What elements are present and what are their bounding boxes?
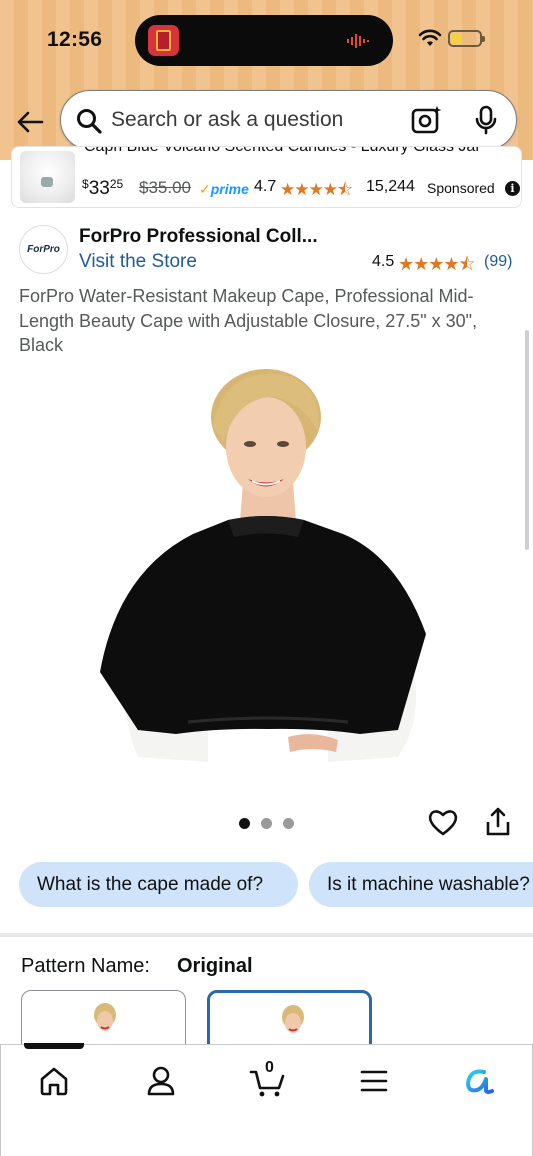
question-chip-washable[interactable]: Is it machine washable? <box>309 862 533 907</box>
product-title: ForPro Water-Resistant Makeup Cape, Prof… <box>19 286 478 355</box>
sponsored-price: $3325 <box>82 177 124 199</box>
cart-count: 0 <box>265 1059 274 1076</box>
search-bar[interactable] <box>60 90 517 150</box>
arrow-left-icon <box>17 111 44 133</box>
carousel-dot-1[interactable] <box>239 818 250 829</box>
heart-icon[interactable] <box>427 806 459 838</box>
sponsored-rating: 4.7 <box>254 178 277 195</box>
sponsored-list-price: $35.00 <box>139 178 191 197</box>
search-input[interactable] <box>111 91 401 149</box>
question-chip-material[interactable]: What is the cape made of? <box>19 862 298 907</box>
sponsored-stars: ★★★★⯪ <box>280 180 353 199</box>
wifi-icon <box>418 29 442 46</box>
bottom-navigation: 0 <box>0 1043 533 1156</box>
product-review-count[interactable]: (99) <box>484 253 512 271</box>
carousel-dot-3[interactable] <box>283 818 294 829</box>
search-icon <box>77 109 102 134</box>
header: 12:56 <box>0 0 533 160</box>
store-name[interactable]: ForPro Professional Coll... <box>79 226 318 248</box>
sponsored-label: Sponsored <box>427 180 495 196</box>
section-divider <box>0 933 533 937</box>
product-image[interactable] <box>98 362 438 765</box>
back-button[interactable] <box>14 106 46 138</box>
prime-badge: ✓prime <box>199 181 249 197</box>
microphone-icon[interactable] <box>473 105 499 135</box>
nav-active-indicator <box>24 1043 84 1049</box>
product-rating[interactable]: 4.5 <box>372 253 394 271</box>
info-icon[interactable]: i <box>505 181 520 196</box>
share-icon[interactable] <box>484 806 512 838</box>
home-icon <box>40 1067 68 1096</box>
store-logo[interactable]: ForPro <box>19 225 68 274</box>
pattern-value: Original <box>177 955 253 977</box>
now-playing-app-icon <box>148 25 179 56</box>
sponsored-title: Capri Blue Volcano Scented Candles - Lux… <box>84 146 481 155</box>
image-carousel-dots[interactable] <box>239 818 299 830</box>
nav-home[interactable] <box>34 1063 74 1099</box>
sponsored-thumbnail <box>20 151 75 203</box>
status-time: 12:56 <box>47 28 103 51</box>
camera-lens-icon[interactable] <box>411 105 443 135</box>
nav-menu[interactable] <box>354 1063 394 1099</box>
visit-store-link[interactable]: Visit the Store <box>79 251 197 273</box>
battery-icon <box>448 30 485 47</box>
sponsored-review-count: 15,244 <box>366 178 415 195</box>
rufus-icon <box>466 1069 494 1094</box>
nav-account[interactable] <box>141 1063 181 1099</box>
nav-cart[interactable]: 0 <box>248 1059 288 1099</box>
pattern-label: Pattern Name: <box>21 955 150 977</box>
product-stars[interactable]: ★★★★⯪ <box>398 252 476 282</box>
product-page: 12:56 Search or ask a question Capri Blu… <box>0 0 533 1156</box>
menu-icon <box>360 1070 388 1092</box>
carousel-dot-2[interactable] <box>261 818 272 829</box>
nav-rufus[interactable] <box>460 1063 500 1099</box>
dynamic-island[interactable] <box>135 15 393 66</box>
audio-wave-icon <box>347 34 369 48</box>
status-bar: 12:56 <box>0 0 533 80</box>
sponsored-product-card[interactable]: Capri Blue Volcano Scented Candles - Lux… <box>11 146 522 208</box>
account-icon <box>147 1066 175 1096</box>
scroll-indicator <box>525 330 529 550</box>
